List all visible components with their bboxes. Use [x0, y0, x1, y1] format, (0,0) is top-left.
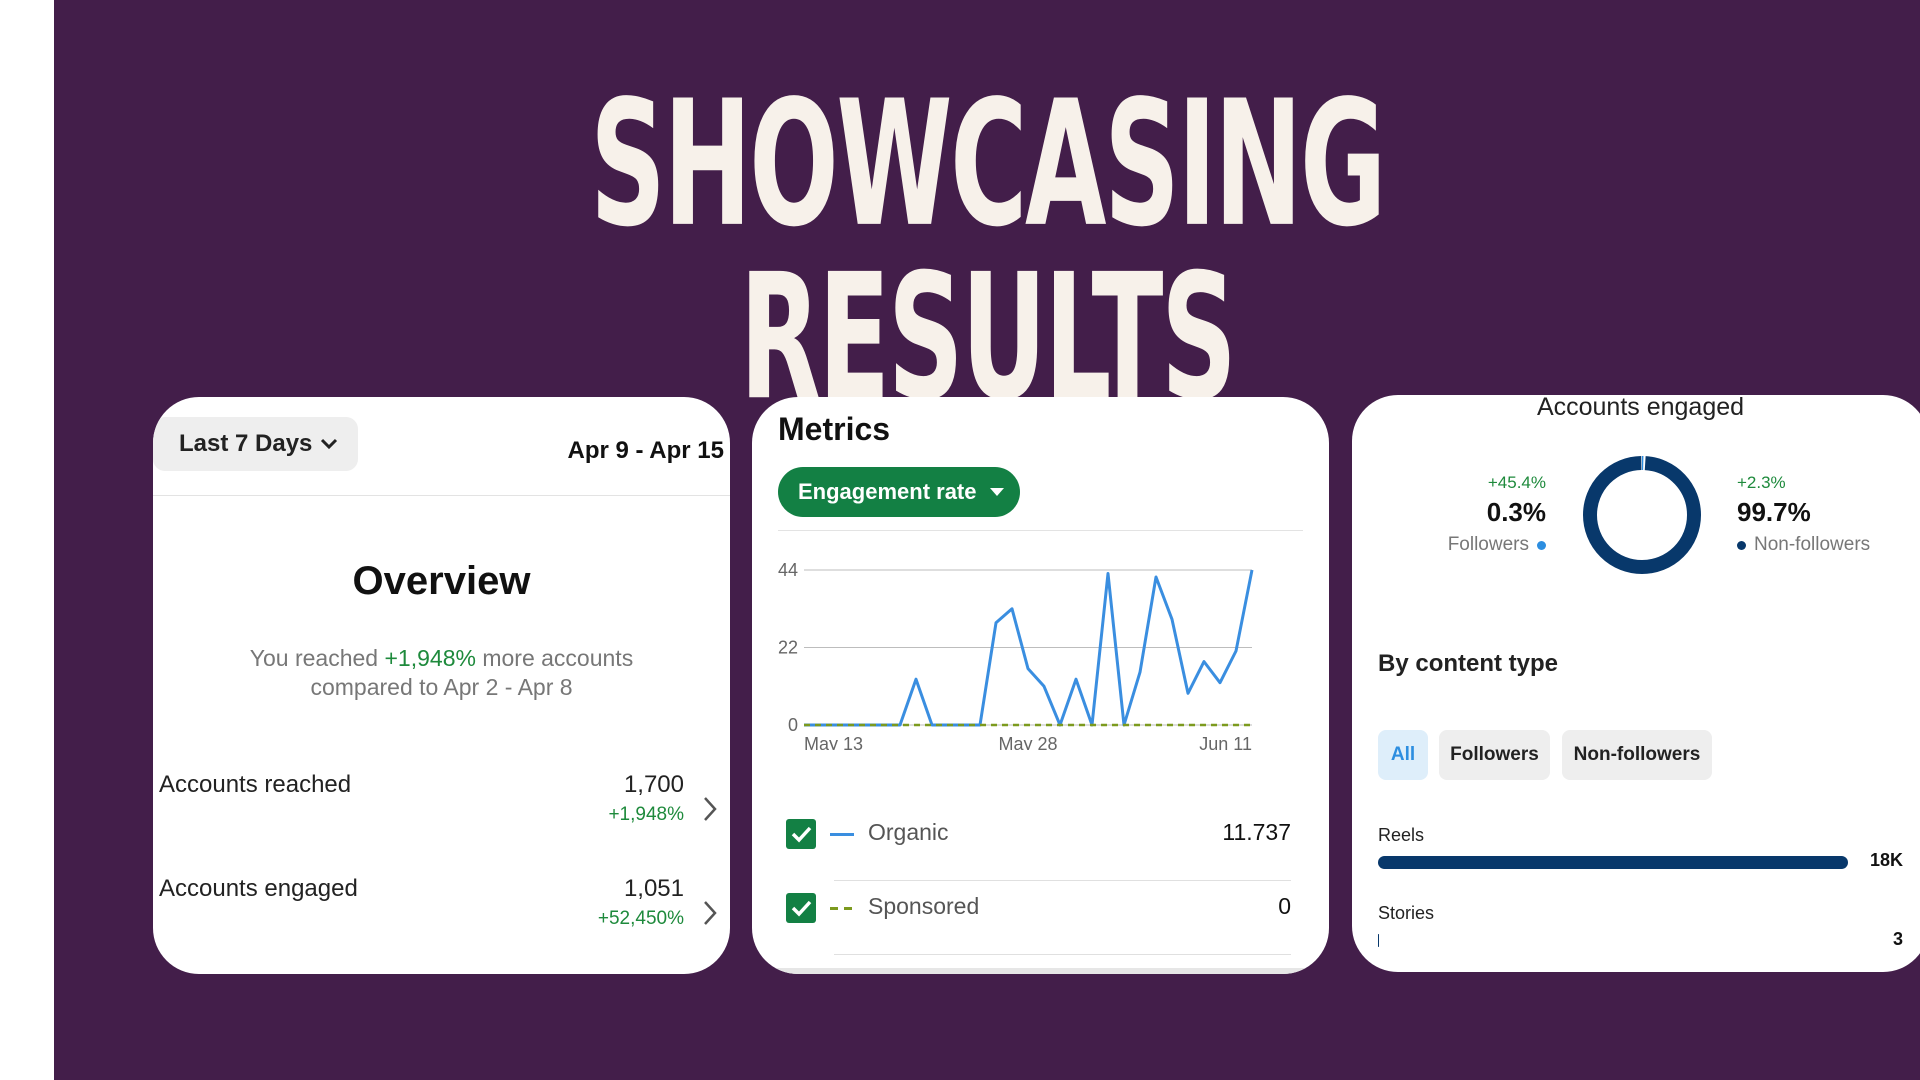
non-followers-value: 99.7%	[1737, 497, 1811, 527]
slide-headline: SHOWCASING RESULTS	[590, 63, 1386, 440]
stat-label: Accounts reached	[159, 771, 352, 798]
y-tick-label: 22	[778, 638, 798, 658]
metric-selector-dropdown[interactable]: Engagement rate	[778, 467, 1020, 517]
x-tick-label: May 28	[998, 734, 1057, 750]
divider	[778, 530, 1303, 531]
stat-value: 1,051	[623, 875, 684, 902]
stat-label: Accounts engaged	[159, 875, 358, 902]
non-followers-label: Non-followers	[1754, 534, 1871, 555]
followers-donut-chart	[1583, 456, 1701, 574]
followers-change: +45.4%	[1487, 473, 1546, 492]
legend-name: Organic	[868, 819, 949, 845]
accounts-engaged-card: Accounts engaged +45.4% 0.3% Followers +…	[1352, 395, 1920, 972]
accounts-engaged-row[interactable]: Accounts engaged 1,051 +52,450%	[159, 875, 730, 945]
x-tick-label: Jun 11	[1199, 734, 1252, 750]
overview-title: Overview	[352, 559, 531, 603]
stat-value: 1,700	[623, 771, 684, 798]
chevron-right-icon	[704, 797, 717, 821]
legend-row-sponsored: Sponsored 0	[786, 881, 1291, 955]
tab-followers[interactable]: Followers	[1439, 730, 1550, 780]
followers-label: Followers	[1447, 534, 1529, 555]
organic-line-swatch	[830, 833, 854, 836]
y-tick-label: 44	[778, 560, 798, 580]
followers-value: 0.3%	[1486, 497, 1546, 527]
reach-summary-pct: +1,948%	[384, 645, 476, 671]
non-followers-dot-icon	[1737, 540, 1746, 550]
engagement-rate-line-chart: 0 22 44 May 13 May 28 Jun 11	[778, 560, 1254, 750]
accounts-reached-row[interactable]: Accounts reached 1,700 +1,948%	[159, 771, 730, 841]
tab-all[interactable]: All	[1378, 730, 1428, 780]
bar-label-stories: Stories	[1378, 903, 1435, 923]
sponsored-checkbox[interactable]	[786, 893, 816, 923]
reach-summary-compared: compared to Apr 2 - Apr 8	[310, 674, 573, 700]
chevron-down-icon	[321, 438, 338, 450]
reach-summary: You reached +1,948% more accounts compar…	[213, 644, 670, 702]
followers-dot-icon	[1537, 540, 1546, 550]
stat-change: +1,948%	[608, 804, 684, 825]
tab-non-followers[interactable]: Non-followers	[1562, 730, 1712, 780]
donut-slice-non-followers	[1583, 456, 1701, 574]
bar-label-reels: Reels	[1378, 825, 1425, 845]
reach-summary-prefix: You reached	[249, 645, 385, 671]
scroll-edge	[752, 968, 1329, 974]
metrics-card: Metrics Engagement rate 0 22 44 May 13 May 2…	[752, 397, 1329, 974]
bar-value-reels: 18K	[1869, 850, 1903, 870]
non-followers-stat: +2.3% 99.7% Non-followers	[1737, 473, 1870, 556]
content-type-title: By content type	[1378, 650, 1559, 677]
caret-down-icon	[989, 488, 1004, 496]
followers-label-row: Followers	[1448, 534, 1546, 556]
engaged-title: Accounts engaged	[1536, 395, 1745, 421]
divider	[834, 954, 1291, 955]
legend-name: Sponsored	[868, 893, 980, 919]
legend-value: 11.737	[1222, 819, 1291, 845]
slide-background: SHOWCASING RESULTS Last 7 Days Apr 9 - A…	[54, 0, 1920, 1080]
bar-value-stories: 3	[1892, 929, 1903, 949]
overview-card: Last 7 Days Apr 9 - Apr 15 Overview You …	[153, 397, 730, 974]
legend-row-organic: Organic 11.737	[786, 807, 1291, 881]
metric-selector-label: Engagement rate	[798, 479, 977, 504]
followers-stat: +45.4% 0.3% Followers	[1448, 473, 1546, 556]
legend-value: 0	[1278, 893, 1291, 919]
reach-summary-suffix: more accounts	[475, 645, 634, 671]
divider	[153, 495, 730, 496]
check-icon	[791, 900, 812, 917]
non-followers-change: +2.3%	[1737, 473, 1786, 492]
date-range-dropdown-label: Last 7 Days	[179, 430, 313, 457]
date-range-dropdown[interactable]: Last 7 Days	[153, 417, 358, 471]
date-range-text: Apr 9 - Apr 15	[567, 437, 724, 464]
chevron-right-icon	[704, 901, 717, 925]
stat-change: +52,450%	[597, 908, 684, 929]
check-icon	[791, 826, 812, 843]
metrics-title: Metrics	[778, 411, 891, 447]
reels-bar	[1378, 856, 1848, 869]
non-followers-label-row: Non-followers	[1737, 534, 1870, 556]
sponsored-line-swatch	[830, 907, 854, 910]
organic-checkbox[interactable]	[786, 819, 816, 849]
x-tick-label: May 13	[804, 734, 863, 750]
y-tick-label: 0	[788, 715, 798, 735]
